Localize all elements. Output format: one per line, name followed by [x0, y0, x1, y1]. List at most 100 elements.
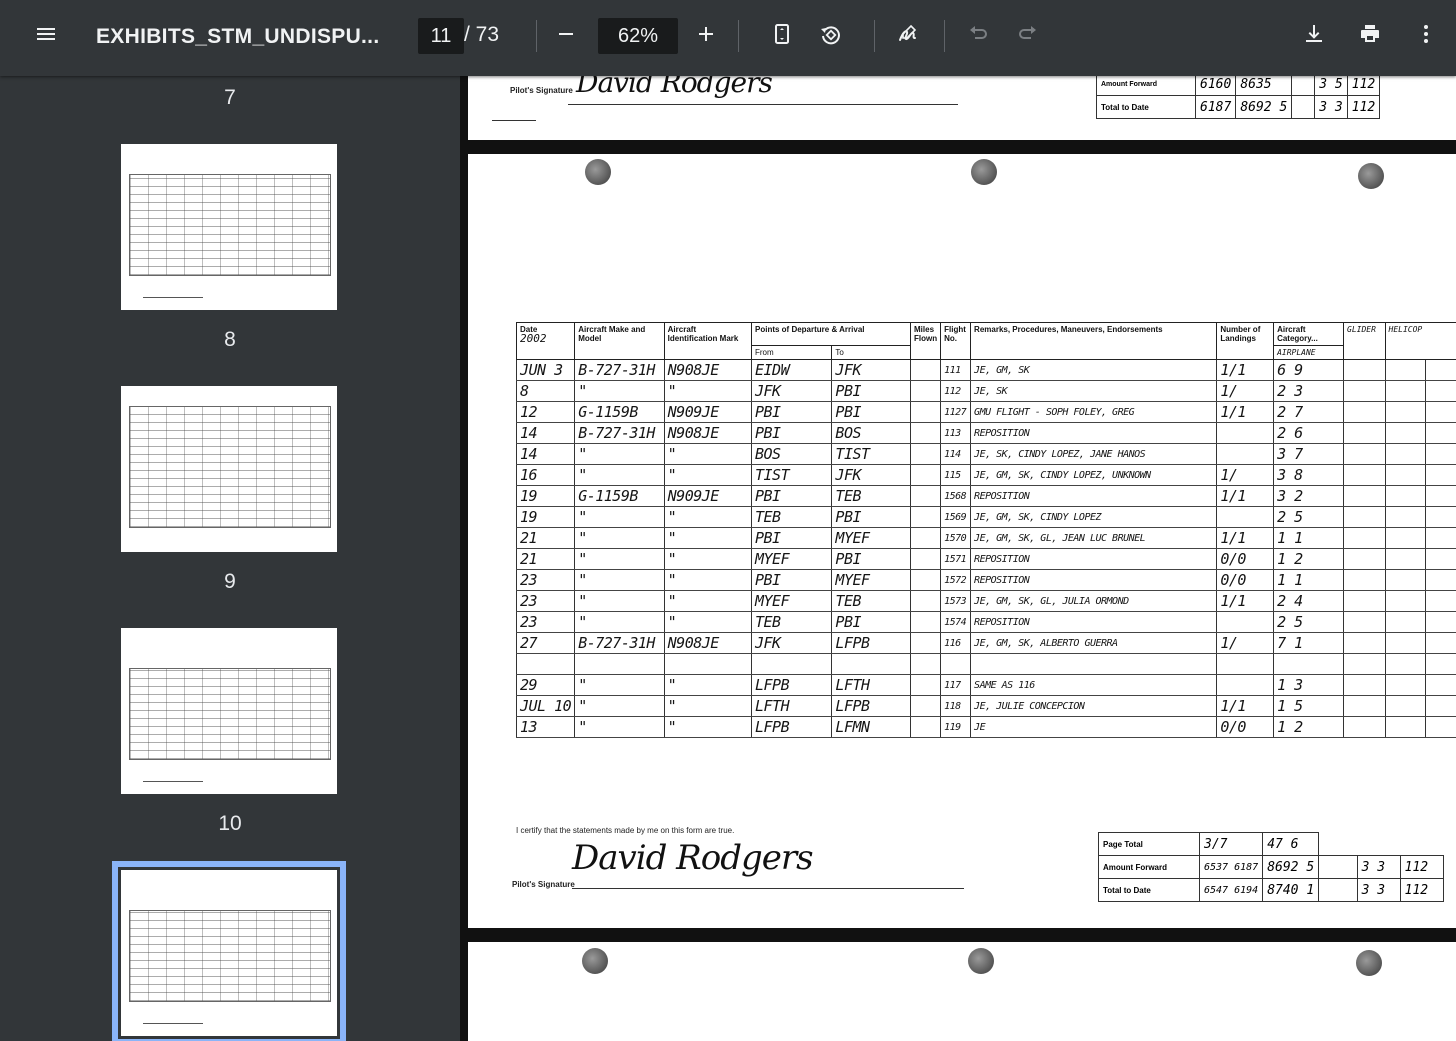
cell-miles: [910, 401, 942, 423]
header-glider: GLIDER: [1343, 322, 1386, 360]
cell-to: PBI: [831, 506, 912, 528]
cell-helicopter-b: [1424, 632, 1456, 654]
header-to: To: [831, 345, 912, 360]
more-options-button[interactable]: [1406, 14, 1446, 54]
thumbnail-page-8[interactable]: [121, 144, 337, 310]
pdf-page-11: Date 2002 Aircraft Make and Model Aircraf…: [468, 154, 1456, 928]
thumbnail-signature: [143, 1015, 203, 1024]
page-total: / 73: [464, 23, 500, 46]
table-row: 8 " " JFK PBI 112 JE, SK 1/2 3: [515, 380, 1456, 402]
annotate-button[interactable]: [888, 14, 928, 54]
pdf-page-12: [468, 942, 1456, 1041]
print-button[interactable]: [1350, 14, 1390, 54]
cell-helicopter-a: [1384, 569, 1426, 591]
cell-glider: [1343, 506, 1386, 528]
prev-totals-table: Amount Forward 6160 8635 3 5 112 Total t…: [1096, 76, 1381, 119]
toolbar-divider: [944, 20, 945, 52]
cell-to: MYEF: [831, 569, 912, 591]
totals-cell: 112: [1399, 878, 1444, 902]
thumbnail-label: 9: [224, 570, 236, 593]
header-from: From: [750, 345, 833, 360]
table-row: 23 " " MYEF TEB 1573 JE, GM, SK, GL, JULIA ORM…: [515, 590, 1456, 612]
document-viewer[interactable]: Pilot's Signature David Rodgers Amount F…: [460, 76, 1456, 1041]
thumbnail-page-10[interactable]: [121, 628, 337, 794]
cell-helicopter-a: [1384, 548, 1426, 570]
cell-glider: [1343, 674, 1386, 696]
thumbnail-page-11[interactable]: [112, 861, 346, 1041]
cell-flight: 113: [940, 422, 972, 444]
download-button[interactable]: [1294, 14, 1334, 54]
totals-cell: 8692 5: [1235, 95, 1293, 119]
cell-date: 23: [515, 611, 576, 633]
cell-hours: 7 1: [1273, 632, 1345, 654]
cell-hours: 3 2: [1273, 485, 1345, 507]
totals-cell: 8740 1: [1262, 878, 1320, 902]
zoom-input[interactable]: [598, 18, 678, 54]
cell-flight: 1570: [940, 527, 972, 549]
cell-helicopter-a: [1384, 716, 1426, 738]
cell-hours: 1 2: [1273, 716, 1345, 738]
cell-helicopter-a: [1384, 695, 1426, 717]
cell-make: G-1159B: [574, 401, 665, 423]
hamburger-menu-icon[interactable]: [26, 14, 66, 54]
cell-remarks: JE, GM, SK: [970, 359, 1218, 381]
header-points: Points of Departure & Arrival: [750, 322, 912, 346]
cell-flight: 1573: [940, 590, 972, 612]
zoom-in-button[interactable]: [686, 14, 726, 54]
rotate-button[interactable]: [810, 14, 850, 54]
thumbnail-page-9[interactable]: [121, 386, 337, 552]
cell-miles: [910, 590, 942, 612]
undo-button[interactable]: [958, 14, 998, 54]
punch-hole: [1358, 163, 1384, 189]
zoom-out-button[interactable]: [546, 14, 586, 54]
cell-from: TIST: [750, 464, 833, 486]
cell-miles: [910, 506, 942, 528]
cell-flight: 1572: [940, 569, 972, 591]
cell-miles: [910, 632, 942, 654]
cell-to: LFMN: [831, 716, 912, 738]
cell-hours: 2 6: [1273, 422, 1345, 444]
signature-label: Pilot's Signature: [512, 880, 575, 889]
cell-flight: 1569: [940, 506, 972, 528]
cell-land: 0/0: [1216, 548, 1275, 570]
cell-id: ": [663, 695, 753, 717]
cell-helicopter-b: [1424, 464, 1456, 486]
header-remarks: Remarks, Procedures, Maneuvers, Endorsem…: [970, 322, 1218, 360]
pdf-toolbar: EXHIBITS_STM_UNDISPU... / 73: [0, 0, 1456, 76]
pdf-page-10: Pilot's Signature David Rodgers Amount F…: [468, 76, 1456, 140]
cell-date: 23: [515, 590, 576, 612]
cell-hours: 2 5: [1273, 611, 1345, 633]
thumbnail-label: 7: [224, 86, 236, 109]
cell-glider: [1343, 401, 1386, 423]
cell-make: ": [574, 716, 665, 738]
thumbnail-preview: [129, 910, 331, 1002]
cell-from: BOS: [750, 443, 833, 465]
table-row: 13 " " LFPB LFMN 119 JE 0/0 1 2: [515, 716, 1456, 738]
totals-cell: 3 3: [1356, 878, 1401, 902]
totals-cell: 3/7: [1198, 832, 1264, 856]
totals-cell: [1291, 76, 1316, 96]
fit-page-button[interactable]: [762, 14, 802, 54]
cell-from: JFK: [750, 632, 833, 654]
totals-cell: [1318, 855, 1358, 879]
cell-hours: 3 7: [1273, 443, 1345, 465]
cell-make: B-727-31H: [574, 359, 665, 381]
redo-button[interactable]: [1008, 14, 1048, 54]
cell-flight: 112: [940, 380, 972, 402]
table-row: 19 " " TEB PBI 1569 JE, GM, SK, CINDY LOPEZ 2 5: [515, 506, 1456, 528]
logbook-header-row: Date 2002 Aircraft Make and Model Aircraf…: [515, 322, 1456, 360]
cell-id: ": [663, 611, 753, 633]
plus-icon: [699, 27, 713, 41]
cell-remarks: REPOSITION: [970, 611, 1218, 633]
cell-glider: [1343, 422, 1386, 444]
cell-miles: [910, 611, 942, 633]
page-number-input[interactable]: [418, 18, 464, 54]
cell-glider: [1343, 632, 1386, 654]
cell-flight: 118: [940, 695, 972, 717]
cell-to: TIST: [831, 443, 912, 465]
fit-page-icon: [775, 24, 789, 44]
cell-glider: [1343, 569, 1386, 591]
cell-land: 1/1: [1216, 695, 1275, 717]
cell-helicopter-b: [1424, 422, 1456, 444]
cell-flight: 1574: [940, 611, 972, 633]
